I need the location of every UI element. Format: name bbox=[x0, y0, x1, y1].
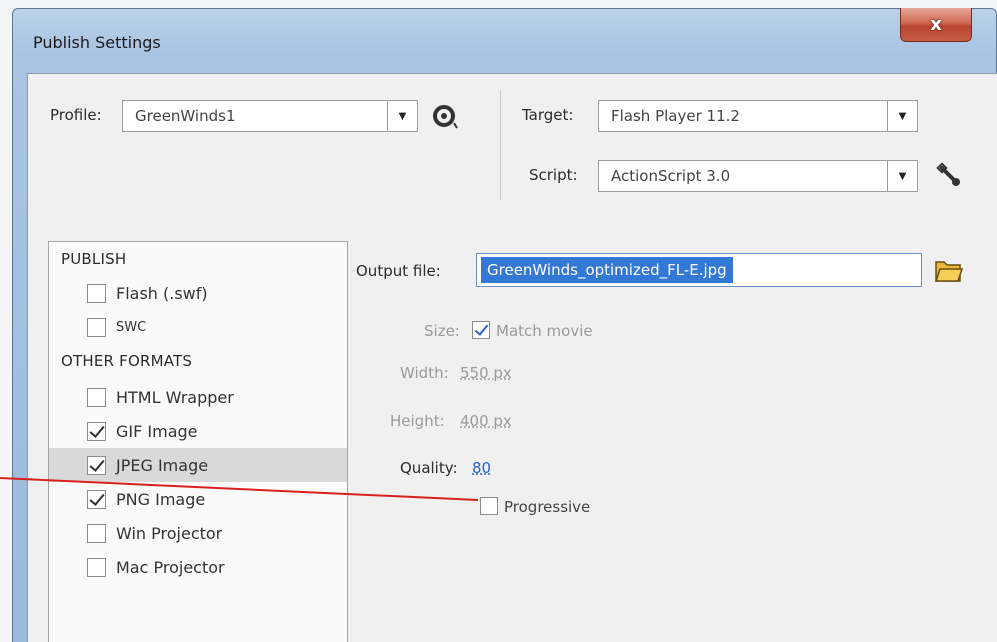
close-icon: x bbox=[930, 14, 942, 35]
list-item-win-projector[interactable]: Win Projector bbox=[49, 516, 347, 550]
progressive-checkbox[interactable] bbox=[480, 497, 498, 515]
list-item-jpeg[interactable]: JPEG Image bbox=[49, 448, 347, 482]
profile-value: GreenWinds1 bbox=[135, 107, 236, 125]
chevron-down-icon[interactable]: ▼ bbox=[387, 101, 417, 131]
divider bbox=[500, 90, 501, 200]
target-value: Flash Player 11.2 bbox=[611, 107, 740, 125]
close-button[interactable]: x bbox=[900, 8, 972, 42]
gear-icon[interactable] bbox=[432, 103, 460, 131]
dialog-title: Publish Settings bbox=[33, 33, 161, 52]
output-file-value: GreenWinds_optimized_FL-E.jpg bbox=[481, 257, 733, 283]
title-bar[interactable]: Publish Settings x bbox=[13, 8, 996, 69]
height-label: Height: bbox=[390, 412, 445, 430]
mac-projector-checkbox[interactable] bbox=[87, 557, 106, 577]
list-item-mac-projector[interactable]: Mac Projector bbox=[49, 550, 347, 584]
list-item-swc[interactable]: SWC bbox=[49, 310, 347, 344]
other-formats-heading: OTHER FORMATS bbox=[61, 352, 193, 370]
list-item-png[interactable]: PNG Image bbox=[49, 482, 347, 516]
size-label: Size: bbox=[424, 322, 460, 340]
list-item-flash[interactable]: Flash (.swf) bbox=[49, 276, 347, 310]
quality-label: Quality: bbox=[400, 459, 458, 477]
list-item-gif[interactable]: GIF Image bbox=[49, 414, 347, 448]
match-movie-label: Match movie bbox=[496, 322, 593, 340]
list-item-label: Flash (.swf) bbox=[116, 283, 208, 303]
flash-checkbox[interactable] bbox=[87, 283, 106, 303]
list-item-label: HTML Wrapper bbox=[116, 387, 234, 407]
match-movie-checkbox[interactable] bbox=[472, 321, 490, 339]
width-value[interactable]: 550 px bbox=[460, 364, 512, 382]
quality-value[interactable]: 80 bbox=[472, 459, 491, 477]
profile-label: Profile: bbox=[50, 106, 102, 124]
list-item-label: PNG Image bbox=[116, 489, 206, 509]
folder-icon[interactable] bbox=[932, 254, 964, 286]
png-checkbox[interactable] bbox=[87, 489, 106, 509]
swc-checkbox[interactable] bbox=[87, 317, 106, 337]
chevron-down-icon[interactable]: ▼ bbox=[887, 161, 917, 191]
script-value: ActionScript 3.0 bbox=[611, 167, 731, 185]
publish-settings-dialog: Publish Settings x Profile: GreenWinds1 … bbox=[12, 8, 997, 642]
list-item-label: GIF Image bbox=[116, 421, 198, 441]
target-label: Target: bbox=[522, 106, 574, 124]
format-list: PUBLISH Flash (.swf) SWC OTHER FORMATS H… bbox=[48, 241, 348, 642]
chevron-down-icon[interactable]: ▼ bbox=[887, 101, 917, 131]
height-value[interactable]: 400 px bbox=[460, 412, 512, 430]
win-projector-checkbox[interactable] bbox=[87, 523, 106, 543]
output-file-field[interactable]: GreenWinds_optimized_FL-E.jpg bbox=[476, 253, 922, 287]
progressive-label: Progressive bbox=[504, 498, 591, 516]
list-item-label: Win Projector bbox=[116, 523, 223, 543]
script-dropdown[interactable]: ActionScript 3.0 ▼ bbox=[598, 160, 918, 192]
dialog-content: Profile: GreenWinds1 ▼ Target: Flash Pla… bbox=[27, 73, 997, 642]
jpeg-checkbox[interactable] bbox=[87, 455, 106, 475]
list-item-html-wrapper[interactable]: HTML Wrapper bbox=[49, 380, 347, 414]
width-label: Width: bbox=[400, 364, 449, 382]
publish-heading: PUBLISH bbox=[61, 250, 127, 268]
profile-dropdown[interactable]: GreenWinds1 ▼ bbox=[122, 100, 418, 132]
list-item-label: JPEG Image bbox=[116, 455, 209, 475]
html-wrapper-checkbox[interactable] bbox=[87, 387, 106, 407]
script-label: Script: bbox=[529, 166, 578, 184]
wrench-icon[interactable] bbox=[936, 162, 964, 190]
gif-checkbox[interactable] bbox=[87, 421, 106, 441]
output-file-label: Output file: bbox=[356, 262, 441, 280]
target-dropdown[interactable]: Flash Player 11.2 ▼ bbox=[598, 100, 918, 132]
list-item-label: Mac Projector bbox=[116, 557, 225, 577]
list-item-label: SWC bbox=[116, 319, 147, 335]
